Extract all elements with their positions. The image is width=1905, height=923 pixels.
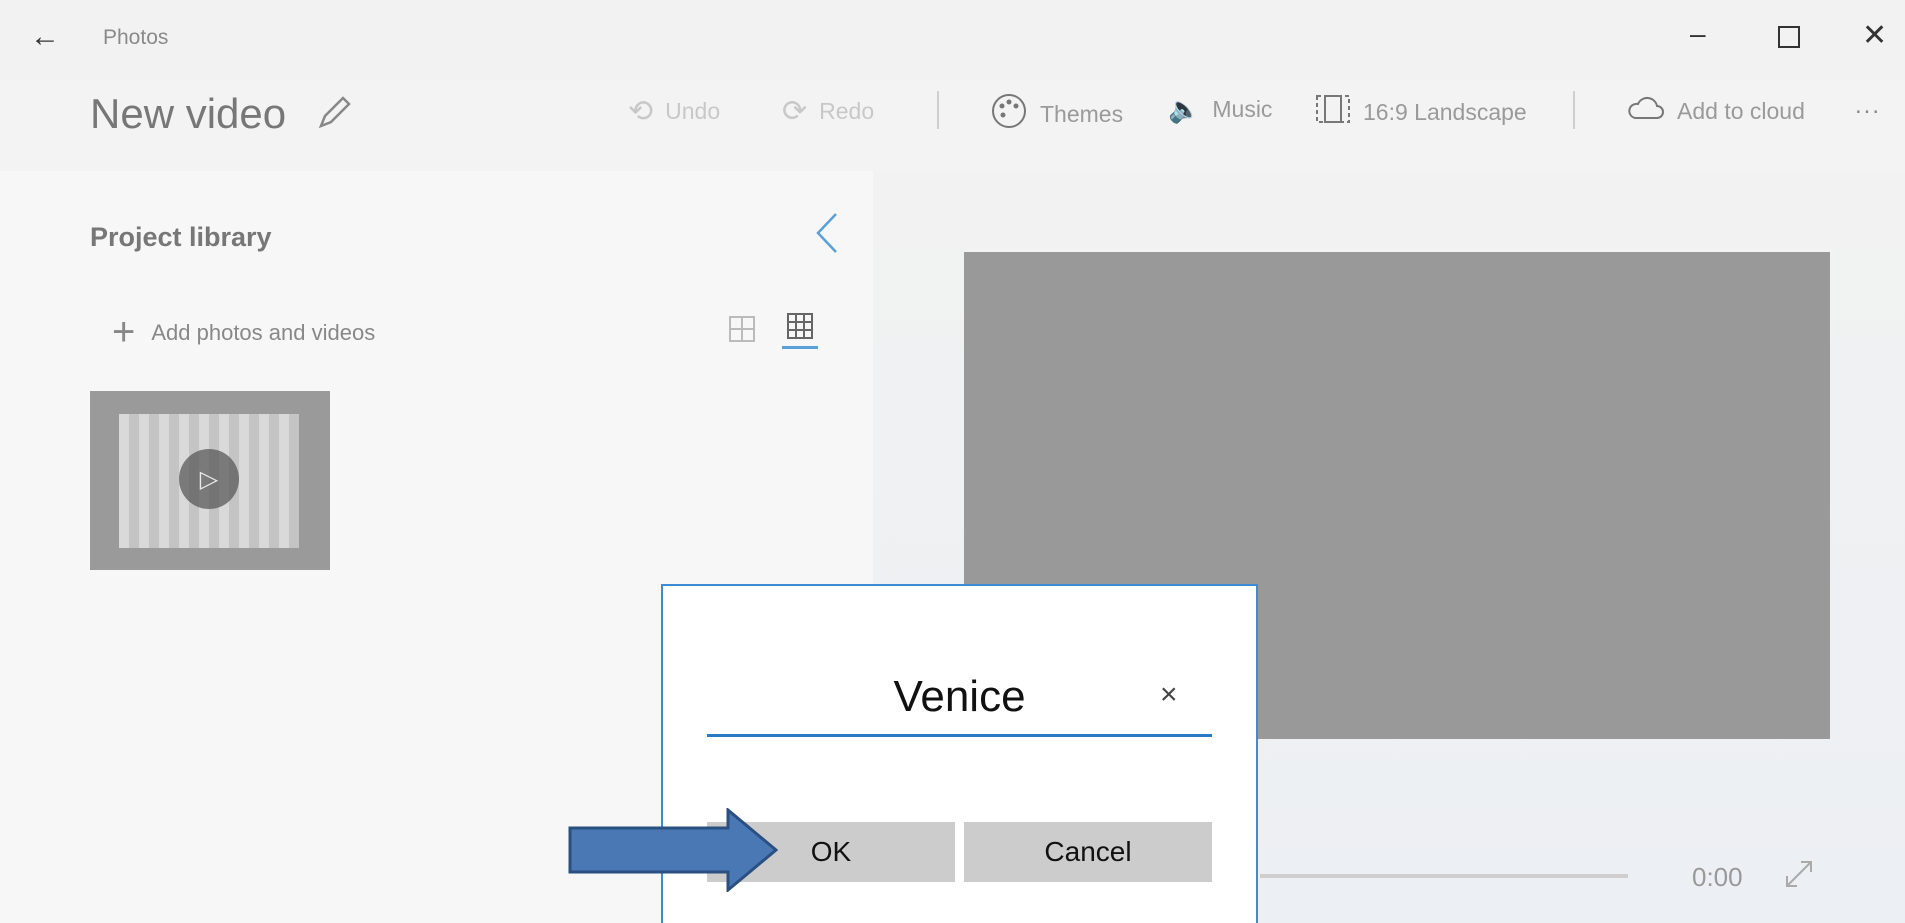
clear-text-icon[interactable]: × xyxy=(1160,678,1178,712)
redo-button[interactable]: ⟳ Redo xyxy=(782,94,874,129)
add-to-cloud-label: Add to cloud xyxy=(1677,97,1805,124)
collapse-chevron-icon[interactable] xyxy=(812,210,842,261)
cloud-icon xyxy=(1625,94,1665,128)
small-grid-view-icon[interactable] xyxy=(786,312,814,345)
pointer-arrow-annotation xyxy=(568,806,779,897)
playback-scrubber[interactable] xyxy=(1260,874,1628,878)
aspect-ratio-icon xyxy=(1315,94,1351,130)
view-selection-indicator xyxy=(782,346,818,349)
playback-time: 0:00 xyxy=(1692,862,1743,892)
close-icon[interactable]: ✕ xyxy=(1862,18,1887,53)
cancel-button[interactable]: Cancel xyxy=(964,822,1212,882)
project-library-heading: Project library xyxy=(90,222,272,252)
toolbar-divider xyxy=(937,91,939,129)
edit-pencil-icon[interactable] xyxy=(315,92,355,137)
title-bar xyxy=(0,0,1905,80)
minimize-icon[interactable]: – xyxy=(1690,18,1706,50)
redo-icon: ⟳ xyxy=(782,95,808,128)
music-label: Music xyxy=(1212,96,1273,122)
aspect-ratio-button[interactable]: 16:9 Landscape xyxy=(1315,94,1527,130)
music-button[interactable]: 🔈 Music xyxy=(1168,94,1272,125)
play-icon: ▷ xyxy=(179,449,239,509)
project-title[interactable]: New video xyxy=(90,90,286,138)
large-grid-view-icon[interactable] xyxy=(728,315,756,348)
window-title: Photos xyxy=(103,26,169,49)
palette-icon xyxy=(990,92,1028,136)
themes-button[interactable]: Themes xyxy=(990,92,1123,136)
more-options-icon[interactable]: ... xyxy=(1855,92,1881,120)
plus-icon: + xyxy=(112,310,136,354)
undo-label: Undo xyxy=(665,98,721,124)
redo-label: Redo xyxy=(819,98,875,124)
undo-icon: ⟲ xyxy=(628,95,654,128)
add-photos-label: Add photos and videos xyxy=(151,319,376,345)
video-name-input[interactable] xyxy=(707,660,1212,737)
undo-button[interactable]: ⟲ Undo xyxy=(628,94,720,129)
toolbar-divider-2 xyxy=(1573,91,1575,129)
back-arrow-icon[interactable]: ← xyxy=(30,20,60,54)
aspect-ratio-label: 16:9 Landscape xyxy=(1363,98,1527,125)
maximize-icon[interactable] xyxy=(1778,26,1800,48)
add-photos-button[interactable]: + Add photos and videos xyxy=(112,310,375,355)
expand-icon[interactable] xyxy=(1783,858,1815,895)
add-to-cloud-button[interactable]: Add to cloud xyxy=(1625,94,1805,128)
themes-label: Themes xyxy=(1040,100,1124,127)
speaker-icon: 🔈 xyxy=(1168,94,1201,124)
